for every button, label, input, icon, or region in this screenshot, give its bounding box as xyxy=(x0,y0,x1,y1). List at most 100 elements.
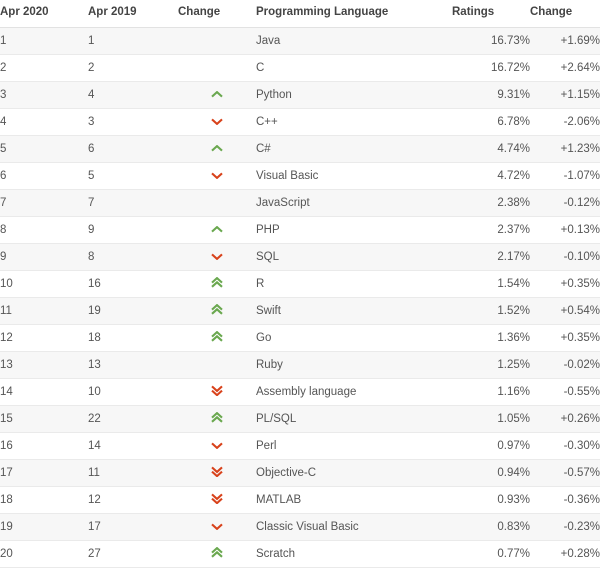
column-header-ratings[interactable]: Ratings xyxy=(452,0,530,28)
cell-change xyxy=(178,81,256,109)
double-chevron-down-icon xyxy=(211,385,223,396)
cell-change xyxy=(178,378,256,406)
table-row: 8 9 PHP 2.37% +0.13% xyxy=(0,216,600,244)
cell-ratings: 4.72% xyxy=(452,162,530,190)
cell-delta: -0.36% xyxy=(530,486,600,514)
cell-rank-new: 8 xyxy=(0,216,88,244)
cell-delta: -0.30% xyxy=(530,432,600,460)
cell-delta: -0.10% xyxy=(530,243,600,271)
cell-delta: +0.35% xyxy=(530,324,600,352)
column-header-change[interactable]: Change xyxy=(178,0,256,28)
cell-language: C# xyxy=(256,135,452,163)
cell-language: Classic Visual Basic xyxy=(256,513,452,541)
cell-change xyxy=(178,486,256,514)
cell-change xyxy=(178,135,256,163)
cell-delta: -0.57% xyxy=(530,459,600,487)
chevron-up-icon xyxy=(211,91,223,98)
table-row: 4 3 C++ 6.78% -2.06% xyxy=(0,108,600,136)
cell-rank-new: 6 xyxy=(0,162,88,190)
cell-rank-old: 4 xyxy=(88,81,178,109)
cell-language: Perl xyxy=(256,432,452,460)
chevron-up-icon xyxy=(211,226,223,233)
cell-change xyxy=(178,513,256,541)
cell-ratings: 16.72% xyxy=(452,54,530,82)
table-row: 3 4 Python 9.31% +1.15% xyxy=(0,81,600,109)
table-row: 2 2 C 16.72% +2.64% xyxy=(0,54,600,82)
cell-ratings: 1.54% xyxy=(452,270,530,298)
cell-change xyxy=(178,189,256,217)
cell-change xyxy=(178,324,256,352)
column-header-rank-old[interactable]: Apr 2019 xyxy=(88,0,178,28)
cell-rank-old: 22 xyxy=(88,405,178,433)
cell-rank-new: 7 xyxy=(0,189,88,217)
cell-rank-old: 16 xyxy=(88,270,178,298)
double-chevron-up-icon xyxy=(211,277,223,288)
cell-change xyxy=(178,351,256,379)
cell-delta: +0.13% xyxy=(530,216,600,244)
chevron-up-icon xyxy=(211,145,223,152)
cell-ratings: 4.74% xyxy=(452,135,530,163)
cell-change xyxy=(178,540,256,568)
cell-ratings: 9.31% xyxy=(452,81,530,109)
cell-rank-old: 19 xyxy=(88,297,178,325)
cell-language: PHP xyxy=(256,216,452,244)
table-row: 9 8 SQL 2.17% -0.10% xyxy=(0,243,600,271)
table-body: 1 1 Java 16.73% +1.69% 2 2 C 16.72% +2.64% 3 4 Pytho… xyxy=(0,27,600,568)
cell-language: Python xyxy=(256,81,452,109)
cell-rank-new: 14 xyxy=(0,378,88,406)
cell-language: Swift xyxy=(256,297,452,325)
cell-change xyxy=(178,297,256,325)
cell-rank-new: 11 xyxy=(0,297,88,325)
cell-rank-new: 5 xyxy=(0,135,88,163)
chevron-down-icon xyxy=(211,172,223,179)
column-header-rank-new[interactable]: Apr 2020 xyxy=(0,0,88,28)
cell-rank-new: 1 xyxy=(0,27,88,55)
column-header-delta[interactable]: Change xyxy=(530,0,600,28)
cell-delta: -1.07% xyxy=(530,162,600,190)
cell-language: PL/SQL xyxy=(256,405,452,433)
cell-ratings: 0.94% xyxy=(452,459,530,487)
cell-delta: +0.54% xyxy=(530,297,600,325)
double-chevron-up-icon xyxy=(211,412,223,423)
table-row: 18 12 MATLAB 0.93% -0.36% xyxy=(0,486,600,514)
cell-change xyxy=(178,216,256,244)
table-row: 6 5 Visual Basic 4.72% -1.07% xyxy=(0,162,600,190)
cell-rank-new: 9 xyxy=(0,243,88,271)
cell-language: Scratch xyxy=(256,540,452,568)
cell-rank-new: 16 xyxy=(0,432,88,460)
cell-change xyxy=(178,27,256,55)
cell-ratings: 0.83% xyxy=(452,513,530,541)
cell-ratings: 0.97% xyxy=(452,432,530,460)
cell-rank-new: 10 xyxy=(0,270,88,298)
cell-change xyxy=(178,108,256,136)
double-chevron-down-icon xyxy=(211,466,223,477)
cell-change xyxy=(178,432,256,460)
column-header-language[interactable]: Programming Language xyxy=(256,0,452,28)
table-row: 7 7 JavaScript 2.38% -0.12% xyxy=(0,189,600,217)
cell-rank-old: 11 xyxy=(88,459,178,487)
cell-ratings: 1.36% xyxy=(452,324,530,352)
cell-language: Visual Basic xyxy=(256,162,452,190)
table-row: 14 10 Assembly language 1.16% -0.55% xyxy=(0,378,600,406)
cell-ratings: 6.78% xyxy=(452,108,530,136)
cell-delta: +0.35% xyxy=(530,270,600,298)
cell-ratings: 0.77% xyxy=(452,540,530,568)
table-header: Apr 2020 Apr 2019 Change Programming Lan… xyxy=(0,0,600,28)
cell-rank-new: 12 xyxy=(0,324,88,352)
cell-rank-new: 13 xyxy=(0,351,88,379)
cell-language: Assembly language xyxy=(256,378,452,406)
cell-ratings: 2.17% xyxy=(452,243,530,271)
double-chevron-up-icon xyxy=(211,547,223,558)
table-row: 16 14 Perl 0.97% -0.30% xyxy=(0,432,600,460)
cell-language: Ruby xyxy=(256,351,452,379)
cell-ratings: 1.25% xyxy=(452,351,530,379)
chevron-down-icon xyxy=(211,253,223,260)
cell-delta: +1.23% xyxy=(530,135,600,163)
cell-delta: -0.55% xyxy=(530,378,600,406)
table-row: 11 19 Swift 1.52% +0.54% xyxy=(0,297,600,325)
cell-rank-old: 8 xyxy=(88,243,178,271)
table-row: 10 16 R 1.54% +0.35% xyxy=(0,270,600,298)
table-row: 17 11 Objective-C 0.94% -0.57% xyxy=(0,459,600,487)
table-row: 12 18 Go 1.36% +0.35% xyxy=(0,324,600,352)
table-row: 19 17 Classic Visual Basic 0.83% -0.23% xyxy=(0,513,600,541)
